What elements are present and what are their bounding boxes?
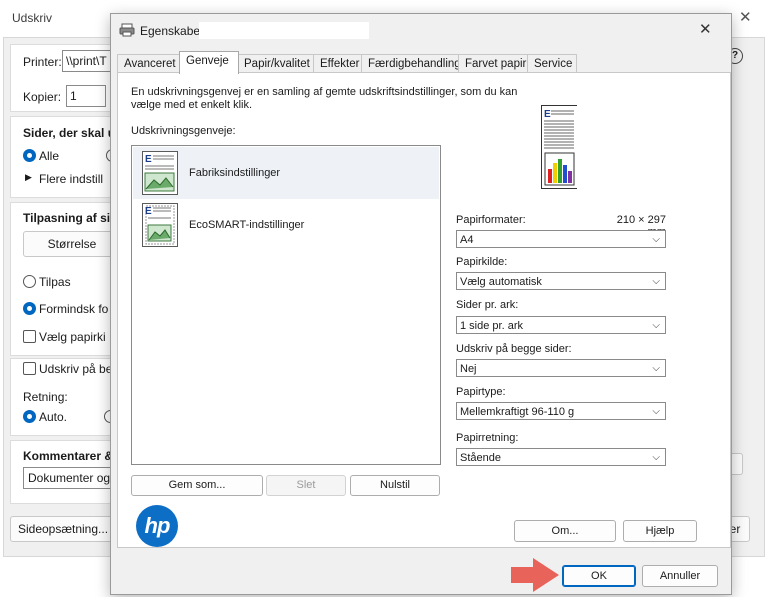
tab-papir-kvalitet[interactable]: Papir/kvalitet bbox=[237, 54, 315, 73]
printer-icon bbox=[119, 23, 135, 37]
copies-label: Kopier: bbox=[23, 90, 62, 104]
about-button[interactable]: Om... bbox=[514, 520, 616, 542]
paper-source-value: Vælg automatisk bbox=[460, 276, 542, 288]
pages-per-sheet-select[interactable]: 1 side pr. ark ⌵ bbox=[456, 316, 666, 334]
svg-text:E: E bbox=[145, 206, 152, 217]
help-label: Hjælp bbox=[645, 525, 675, 537]
shortcut-label: Fabriksindstillinger bbox=[189, 167, 281, 179]
tab-genveje[interactable]: Genveje bbox=[179, 51, 239, 74]
shortcuts-tab-page: En udskrivningsgenvej er en samling af g… bbox=[117, 72, 731, 548]
printer-name-redacted bbox=[199, 22, 369, 39]
paper-type-select[interactable]: Mellemkraftigt 96-110 g ⌵ bbox=[456, 402, 666, 420]
orientation-label: Retning: bbox=[23, 390, 68, 404]
chevron-down-icon: ⌵ bbox=[652, 234, 660, 245]
chevron-down-icon: ⌵ bbox=[652, 276, 660, 287]
close-icon[interactable]: ✕ bbox=[739, 8, 752, 26]
save-as-label: Gem som... bbox=[168, 479, 226, 491]
delete-label: Slet bbox=[296, 479, 316, 491]
reset-label: Nulstil bbox=[380, 479, 410, 491]
list-item[interactable]: E EcoSMART-indstillinger bbox=[133, 199, 439, 251]
shrink-label: Formindsk fo bbox=[39, 302, 109, 316]
document-icon: E bbox=[142, 203, 178, 247]
all-radio[interactable] bbox=[23, 149, 36, 165]
pages-header: Sider, der skal u bbox=[23, 126, 116, 140]
printer-select[interactable]: \\print\T bbox=[62, 50, 112, 72]
all-label: Alle bbox=[39, 149, 60, 163]
paper-source-label: Papirkilde: bbox=[456, 256, 508, 268]
properties-dialog: Egenskaber for ✕ Avanceret Genveje Papir… bbox=[110, 13, 732, 595]
annotation-arrow-icon bbox=[511, 558, 559, 592]
print-window-title: Udskriv bbox=[12, 11, 53, 25]
duplex-checkbox[interactable] bbox=[23, 362, 36, 378]
cancel-label: Annuller bbox=[659, 570, 701, 582]
orientation-select[interactable]: Stående ⌵ bbox=[456, 448, 666, 466]
duplex-label: Udskriv på begge sider: bbox=[456, 343, 572, 355]
pages-per-sheet-label: Sider pr. ark: bbox=[456, 299, 519, 311]
orientation-value: Stående bbox=[460, 452, 501, 464]
fit-label: Tilpas bbox=[39, 275, 71, 289]
tab-effekter[interactable]: Effekter bbox=[313, 54, 365, 73]
delete-button[interactable]: Slet bbox=[266, 475, 346, 496]
svg-text:E: E bbox=[145, 154, 152, 165]
shortcuts-list: E Fabriksindstillinger E EcoSMART-indsti… bbox=[131, 145, 441, 465]
list-item[interactable]: E Fabriksindstillinger bbox=[133, 147, 439, 199]
chevron-down-icon: ⌵ bbox=[652, 406, 660, 417]
duplex-value: Nej bbox=[460, 363, 477, 375]
size-button[interactable]: Størrelse bbox=[23, 231, 121, 257]
paper-size-select[interactable]: A4 ⌵ bbox=[456, 230, 666, 248]
paper-source-select[interactable]: Vælg automatisk ⌵ bbox=[456, 272, 666, 290]
reset-button[interactable]: Nulstil bbox=[350, 475, 440, 496]
paper-sizes-label: Papirformater: bbox=[456, 214, 526, 226]
orientation-label: Papirretning: bbox=[456, 432, 519, 444]
tab-farvet-papir[interactable]: Farvet papir bbox=[458, 54, 529, 73]
comments-value: Dokumenter og bbox=[28, 471, 111, 485]
copies-value: 1 bbox=[70, 89, 77, 103]
pages-per-sheet-value: 1 side pr. ark bbox=[460, 320, 523, 332]
tab-avanceret[interactable]: Avanceret bbox=[117, 54, 181, 73]
auto-radio[interactable] bbox=[23, 410, 36, 426]
shortcuts-description: En udskrivningsgenvej er en samling af g… bbox=[131, 86, 518, 111]
hp-logo-icon: hp bbox=[136, 505, 178, 547]
more-settings-link[interactable]: Flere indstill bbox=[39, 172, 103, 186]
choose-paper-label: Vælg papirki bbox=[39, 330, 106, 344]
auto-label: Auto. bbox=[39, 410, 68, 424]
document-icon: E bbox=[142, 151, 178, 195]
page-preview-image: E bbox=[541, 105, 577, 189]
printer-label: Printer: bbox=[23, 55, 62, 69]
ok-button[interactable]: OK bbox=[562, 565, 636, 587]
shortcuts-label: Udskrivningsgenveje: bbox=[131, 125, 236, 137]
shrink-radio[interactable] bbox=[23, 302, 36, 318]
close-icon[interactable]: ✕ bbox=[699, 20, 712, 38]
duplex-label: Udskriv på be bbox=[39, 362, 113, 376]
fit-radio[interactable] bbox=[23, 275, 36, 291]
page-setup-label: Sideopsætning... bbox=[17, 522, 109, 536]
paper-type-value: Mellemkraftigt 96-110 g bbox=[460, 406, 575, 418]
comments-header: Kommentarer & bbox=[23, 449, 114, 463]
chevron-down-icon: ⌵ bbox=[652, 320, 660, 331]
copies-input[interactable]: 1 bbox=[66, 85, 106, 107]
svg-text:E: E bbox=[544, 109, 551, 120]
shortcut-label: EcoSMART-indstillinger bbox=[189, 219, 305, 231]
cancel-button[interactable]: Annuller bbox=[642, 565, 718, 587]
chevron-down-icon: ⌵ bbox=[652, 452, 660, 463]
save-as-button[interactable]: Gem som... bbox=[131, 475, 263, 496]
size-button-label: Størrelse bbox=[47, 237, 97, 251]
about-label: Om... bbox=[551, 525, 579, 537]
tab-faerdigbehandling[interactable]: Færdigbehandling bbox=[361, 54, 461, 73]
page-setup-button[interactable]: Sideopsætning... bbox=[10, 516, 116, 542]
choose-paper-checkbox[interactable] bbox=[23, 330, 36, 346]
printer-value: \\print\T bbox=[66, 54, 107, 68]
help-button[interactable]: Hjælp bbox=[623, 520, 697, 542]
comments-select[interactable]: Dokumenter og bbox=[23, 467, 117, 489]
ok-label: OK bbox=[591, 570, 607, 582]
fit-header: Tilpasning af si bbox=[23, 211, 111, 225]
chevron-down-icon: ⌵ bbox=[652, 363, 660, 374]
duplex-select[interactable]: Nej ⌵ bbox=[456, 359, 666, 377]
paper-type-label: Papirtype: bbox=[456, 386, 506, 398]
tab-service[interactable]: Service bbox=[527, 54, 577, 73]
paper-size-value: A4 bbox=[460, 234, 474, 246]
expand-arrow-icon[interactable]: ▶ bbox=[25, 172, 32, 183]
